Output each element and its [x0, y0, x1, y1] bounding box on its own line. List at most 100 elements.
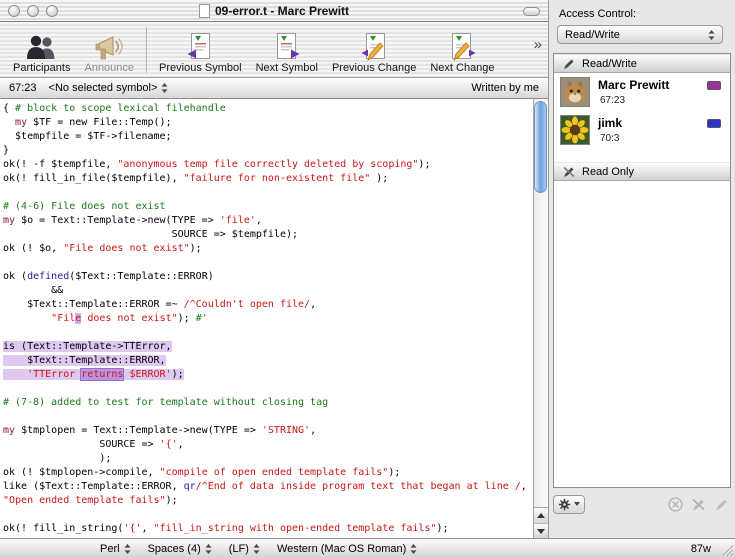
- revoke-write-icon[interactable]: [691, 497, 706, 512]
- arrow-down-icon: [537, 529, 545, 534]
- participants-drawer: Access Control: Read/Write Read/Write: [548, 0, 735, 538]
- participant-position: 67:23: [600, 95, 669, 106]
- code-line[interactable]: 'TTError returns $ERROR');: [3, 368, 533, 382]
- code-line[interactable]: # (4-6) File does not exist: [3, 200, 533, 214]
- code-line[interactable]: &&: [3, 284, 533, 298]
- code-line[interactable]: $Text::Template::ERROR,: [3, 354, 533, 368]
- next-symbol-button[interactable]: Next Symbol: [249, 26, 325, 74]
- window-title: 09-error.t - Marc Prewitt: [215, 4, 349, 18]
- symbol-bar: 67:23 <No selected symbol> Written by me: [0, 78, 548, 99]
- popup-arrows-icon: [410, 544, 417, 554]
- next-symbol-icon: [274, 30, 300, 61]
- document-proxy-icon[interactable]: [199, 4, 210, 18]
- language-mode-popup[interactable]: Perl: [100, 543, 131, 555]
- tab-settings-popup[interactable]: Spaces (4): [148, 543, 212, 555]
- participant-position: 70:3: [600, 133, 622, 144]
- code-line[interactable]: [3, 256, 533, 270]
- code-line[interactable]: SOURCE => $tempfile);: [3, 228, 533, 242]
- code-line[interactable]: [3, 326, 533, 340]
- code-line[interactable]: my $tmplopen = Text::Template->new(TYPE …: [3, 424, 533, 438]
- subethaedit-window: 09-error.t - Marc Prewitt Participants: [0, 0, 735, 558]
- participant-row-jimk[interactable]: jimk 70:3: [554, 111, 730, 149]
- document-width-label: 87w: [691, 543, 711, 555]
- code-line[interactable]: # (7-8) added to test for template witho…: [3, 396, 533, 410]
- titlebar[interactable]: 09-error.t - Marc Prewitt: [0, 0, 548, 22]
- code-line[interactable]: my $o = Text::Template->new(TYPE => 'fil…: [3, 214, 533, 228]
- written-by-label: Written by me: [471, 82, 539, 94]
- scrollbar-thumb[interactable]: [534, 101, 547, 193]
- code-line[interactable]: ok (defined($Text::Template::ERROR): [3, 270, 533, 284]
- empty-list-area: [554, 181, 730, 487]
- toolbar-divider: [146, 27, 147, 73]
- toolbar-overflow-chevron[interactable]: »: [534, 36, 548, 67]
- announce-icon: [94, 30, 124, 61]
- participants-icon: [25, 30, 59, 61]
- status-bar: Perl Spaces (4) (LF) Western (Mac OS Rom…: [0, 538, 735, 558]
- code-line[interactable]: is (Text::Template->TTError,: [3, 340, 533, 354]
- code-line[interactable]: [3, 410, 533, 424]
- code-line[interactable]: }: [3, 144, 533, 158]
- code-line[interactable]: "Open ended template fails");: [3, 494, 533, 508]
- code-line[interactable]: ok(! -f $tempfile, "anonymous temp file …: [3, 158, 533, 172]
- previous-symbol-button[interactable]: Previous Symbol: [152, 26, 249, 74]
- read-only-section-header[interactable]: Read Only: [554, 162, 730, 181]
- participant-color-swatch[interactable]: [707, 119, 721, 128]
- title-area: 09-error.t - Marc Prewitt: [199, 4, 349, 18]
- announce-button[interactable]: Announce: [77, 26, 141, 74]
- document-window: 09-error.t - Marc Prewitt Participants: [0, 0, 548, 538]
- participants-list: Read/Write Marc Prewit: [553, 53, 731, 488]
- code-line[interactable]: ok (! $tmplopen->compile, "compile of op…: [3, 466, 533, 480]
- code-line[interactable]: ok (! $o, "File does not exist");: [3, 242, 533, 256]
- code-line[interactable]: ok(! fill_in_string('{', "fill_in_string…: [3, 522, 533, 536]
- close-button[interactable]: [8, 5, 20, 17]
- cat-avatar: [560, 77, 590, 107]
- symbol-popup[interactable]: <No selected symbol>: [49, 82, 169, 94]
- minimize-button[interactable]: [27, 5, 39, 17]
- encoding-popup[interactable]: Western (Mac OS Roman): [277, 543, 417, 555]
- code-line[interactable]: my $TF = new File::Temp();: [3, 116, 533, 130]
- grant-write-icon[interactable]: [714, 497, 729, 512]
- code-line[interactable]: like ($Text::Template::ERROR, qr/^End of…: [3, 480, 533, 494]
- popup-arrows-icon: [124, 544, 131, 554]
- zoom-button[interactable]: [46, 5, 58, 17]
- popup-arrows-icon: [205, 544, 212, 554]
- scrollbar-buttons: [533, 507, 548, 538]
- code-line[interactable]: SOURCE => '{',: [3, 438, 533, 452]
- previous-symbol-icon: [187, 30, 213, 61]
- permission-popup[interactable]: Read/Write: [557, 25, 723, 44]
- participant-name: Marc Prewitt: [598, 78, 669, 92]
- code-line[interactable]: $tempfile = $TF->filename;: [3, 130, 533, 144]
- next-change-icon: [449, 30, 476, 61]
- participants-button[interactable]: Participants: [6, 26, 77, 74]
- read-write-section-header[interactable]: Read/Write: [554, 54, 730, 73]
- caret-position: 67:23: [9, 82, 37, 94]
- resize-grip[interactable]: [720, 543, 734, 557]
- participant-color-swatch[interactable]: [707, 81, 721, 90]
- participant-name: jimk: [598, 116, 622, 130]
- vertical-scrollbar[interactable]: [533, 99, 548, 538]
- code-line[interactable]: [3, 508, 533, 522]
- code-line[interactable]: ok(! fill_in_file($tempfile), "failure f…: [3, 172, 533, 186]
- code-line[interactable]: "File does not exist"); #': [3, 312, 533, 326]
- code-line[interactable]: $Text::Template::ERROR =~ /^Couldn't ope…: [3, 298, 533, 312]
- next-change-button[interactable]: Next Change: [423, 26, 501, 74]
- code-line[interactable]: );: [3, 452, 533, 466]
- popup-arrows-icon: [253, 544, 260, 554]
- scroll-down-button[interactable]: [534, 523, 548, 538]
- access-control-label: Access Control:: [559, 8, 636, 20]
- participant-row-marc[interactable]: Marc Prewitt 67:23: [554, 73, 730, 111]
- window-controls: [8, 5, 58, 17]
- popup-arrows-icon: [161, 83, 168, 93]
- action-menu-button[interactable]: [553, 495, 585, 514]
- editor-pane: { # block to scope lexical filehandle my…: [0, 99, 548, 538]
- scroll-up-button[interactable]: [534, 508, 548, 523]
- remove-participant-icon[interactable]: [668, 497, 683, 512]
- code-line[interactable]: [3, 382, 533, 396]
- toolbar-toggle-button[interactable]: [523, 7, 540, 16]
- code-area[interactable]: { # block to scope lexical filehandle my…: [0, 99, 533, 538]
- code-line[interactable]: [3, 186, 533, 200]
- previous-change-button[interactable]: Previous Change: [325, 26, 423, 74]
- line-ending-popup[interactable]: (LF): [229, 543, 260, 555]
- arrow-up-icon: [537, 513, 545, 518]
- code-line[interactable]: { # block to scope lexical filehandle: [3, 102, 533, 116]
